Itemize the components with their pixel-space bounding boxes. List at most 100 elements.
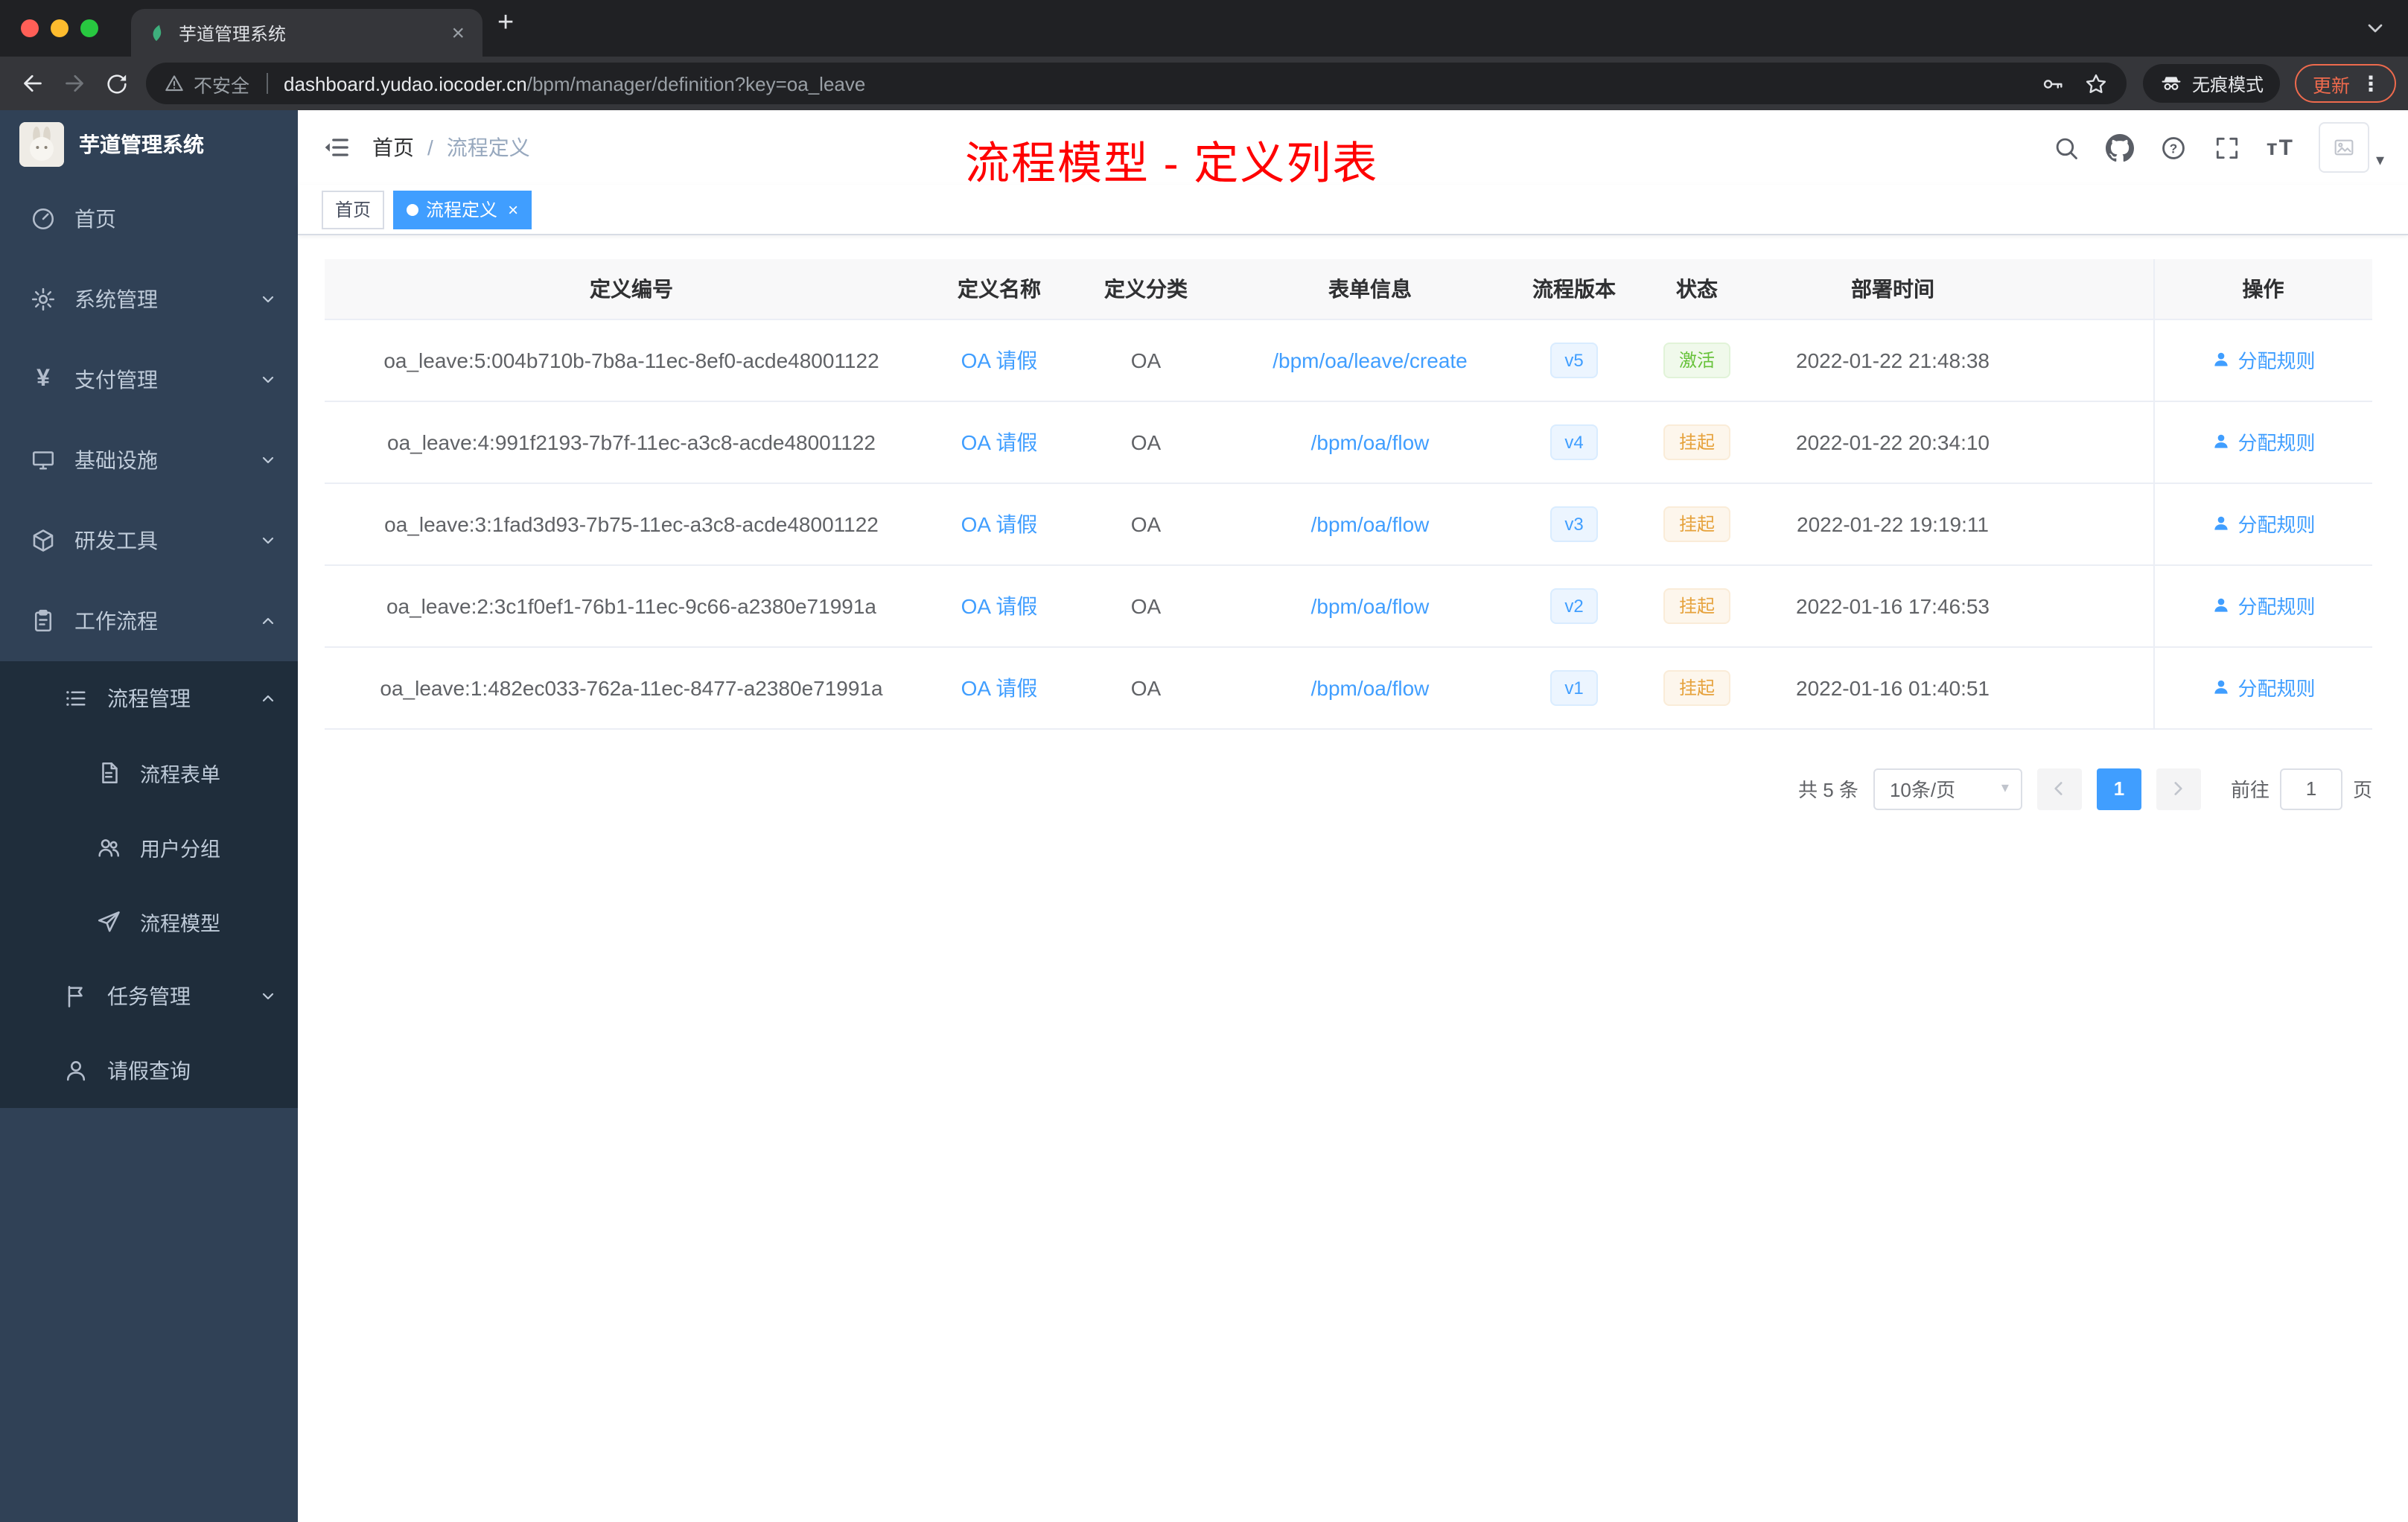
dashboard-icon — [32, 208, 54, 230]
new-tab-button[interactable]: + — [482, 7, 529, 49]
sidebar-item-dev-tools[interactable]: 研发工具 — [0, 500, 298, 581]
deploy-time: 2022-01-22 21:48:38 — [1754, 319, 2031, 401]
chevron-right-icon — [2175, 782, 2183, 795]
total-count: 共 5 条 — [1798, 779, 1858, 801]
next-page-button[interactable] — [2156, 768, 2201, 809]
definition-name-link[interactable]: OA 请假 — [961, 430, 1038, 453]
chrome-update-button[interactable]: 更新 ⋮ — [2294, 64, 2396, 103]
url-text: dashboard.yudao.iocoder.cn/bpm/manager/d… — [284, 72, 865, 95]
definition-category: OA — [1060, 401, 1232, 483]
active-dot — [407, 203, 419, 215]
page-size-select[interactable]: 10条/页 ▾ — [1873, 768, 2022, 809]
version-badge: v4 — [1549, 424, 1599, 459]
help-button[interactable]: ? — [2159, 133, 2188, 162]
definition-name-link[interactable]: OA 请假 — [961, 593, 1038, 617]
status-badge: 挂起 — [1663, 506, 1730, 541]
sidebar-item-process-management[interactable]: 流程管理 — [0, 661, 298, 736]
password-key-icon[interactable] — [2040, 71, 2065, 96]
search-button[interactable] — [2052, 133, 2080, 162]
fullscreen-button[interactable] — [2213, 133, 2241, 162]
window-minimize-button[interactable] — [51, 19, 69, 37]
paper-plane-icon — [98, 911, 120, 932]
tab-search-button[interactable] — [2363, 16, 2387, 40]
window-zoom-button[interactable] — [80, 19, 98, 37]
assign-rule-button[interactable]: 分配规则 — [2211, 427, 2316, 456]
user-avatar[interactable] — [2319, 122, 2370, 173]
breadcrumb-home[interactable]: 首页 — [372, 133, 414, 162]
goto-page-input[interactable] — [2279, 768, 2342, 809]
assign-rule-button[interactable]: 分配规则 — [2211, 509, 2316, 538]
security-label[interactable]: 不安全 — [194, 69, 249, 98]
assign-rule-button[interactable]: 分配规则 — [2211, 673, 2316, 701]
page-content: 定义编号 定义名称 定义分类 表单信息 流程版本 状态 部署时间 操作 oa_l… — [298, 235, 2408, 1522]
pagination: 共 5 条 10条/页 ▾ 1 前往 页 — [325, 768, 2372, 809]
document-icon — [102, 762, 118, 784]
form-link[interactable]: /bpm/oa/leave/create — [1273, 348, 1468, 372]
table-row: oa_leave:3:1fad3d93-7b75-11ec-a3c8-acde4… — [325, 483, 2372, 565]
assign-rule-button[interactable]: 分配规则 — [2211, 346, 2316, 374]
window-close-button[interactable] — [21, 19, 39, 37]
form-link[interactable]: /bpm/oa/flow — [1311, 430, 1430, 453]
user-menu[interactable]: ▾ — [2319, 122, 2384, 173]
sidebar-item-system-management[interactable]: 系统管理 — [0, 259, 298, 340]
menu-fold-button[interactable] — [322, 133, 351, 162]
sidebar-item-user-group[interactable]: 用户分组 — [0, 810, 298, 885]
incognito-label: 无痕模式 — [2191, 74, 2264, 95]
sidebar-item-task-management[interactable]: 任务管理 — [0, 959, 298, 1034]
browser-tab-active[interactable]: 芋道管理系统 × — [131, 9, 482, 57]
column-header: 状态 — [1640, 259, 1754, 319]
version-badge: v2 — [1549, 588, 1599, 623]
definition-category: OA — [1060, 319, 1232, 401]
definition-id: oa_leave:4:991f2193-7b7f-11ec-a3c8-acde4… — [325, 401, 938, 483]
person-icon — [66, 1061, 86, 1081]
app-root: 芋道管理系统 首页 系统管理 ¥ 支付管理 基础设施 研发工具 工作流程 流程管… — [0, 110, 2408, 1522]
sidebar-item-process-form[interactable]: 流程表单 — [0, 736, 298, 810]
sidebar-item-leave-query[interactable]: 请假查询 — [0, 1034, 298, 1108]
macos-window-controls — [0, 19, 119, 37]
browser-menu-icon[interactable]: ⋮ — [2360, 71, 2381, 96]
person-icon — [2214, 680, 2228, 694]
chevron-down-icon — [262, 537, 274, 544]
sidebar-item-workflow[interactable]: 工作流程 — [0, 581, 298, 661]
chevron-down-icon — [2368, 24, 2383, 33]
gear-icon — [31, 287, 55, 311]
address-bar[interactable]: 不安全 dashboard.yudao.iocoder.cn/bpm/manag… — [146, 63, 2127, 104]
person-icon — [2214, 434, 2228, 448]
form-link[interactable]: /bpm/oa/flow — [1311, 512, 1430, 535]
main-area: 首页 / 流程定义 ? тT ▾ 流程模型 - 定义列表 首页 流程定义 × 定… — [298, 110, 2408, 1522]
font-size-icon[interactable]: тT — [2267, 135, 2294, 160]
workflow-submenu: 流程管理 流程表单 用户分组 流程模型 任务管理 请假查询 — [0, 661, 298, 1108]
definition-name-link[interactable]: OA 请假 — [961, 348, 1038, 372]
tab-close-icon[interactable]: × — [448, 22, 468, 44]
forward-button[interactable] — [54, 63, 95, 104]
table-row: oa_leave:2:3c1f0ef1-76b1-11ec-9c66-a2380… — [325, 564, 2372, 647]
status-badge: 挂起 — [1663, 669, 1730, 705]
definition-name-link[interactable]: OA 请假 — [961, 675, 1038, 699]
github-icon — [2105, 133, 2134, 162]
sidebar-item-infrastructure[interactable]: 基础设施 — [0, 420, 298, 500]
tag-close-icon[interactable]: × — [508, 200, 518, 218]
sidebar-item-process-model[interactable]: 流程模型 — [0, 885, 298, 959]
column-header: 定义编号 — [325, 259, 938, 319]
clipboard-icon — [34, 609, 52, 632]
back-button[interactable] — [12, 63, 54, 104]
github-button[interactable] — [2105, 133, 2134, 162]
table-row: oa_leave:4:991f2193-7b7f-11ec-a3c8-acde4… — [325, 401, 2372, 483]
reload-button[interactable] — [95, 63, 137, 104]
definition-name-link[interactable]: OA 请假 — [961, 512, 1038, 535]
definition-id: oa_leave:2:3c1f0ef1-76b1-11ec-9c66-a2380… — [325, 564, 938, 647]
sidebar-item-home[interactable]: 首页 — [0, 179, 298, 259]
person-icon — [2214, 516, 2228, 530]
form-link[interactable]: /bpm/oa/flow — [1311, 675, 1430, 699]
prev-page-button[interactable] — [2036, 768, 2082, 809]
assign-rule-button[interactable]: 分配规则 — [2211, 591, 2316, 620]
form-link[interactable]: /bpm/oa/flow — [1311, 593, 1430, 617]
bookmark-star-icon[interactable] — [2083, 71, 2109, 96]
sidebar-item-payment-management[interactable]: ¥ 支付管理 — [0, 340, 298, 420]
tag-home[interactable]: 首页 — [322, 190, 385, 229]
current-page[interactable]: 1 — [2096, 768, 2141, 809]
table-header-row: 定义编号 定义名称 定义分类 表单信息 流程版本 状态 部署时间 操作 — [325, 259, 2372, 319]
app-logo[interactable]: 芋道管理系统 — [0, 110, 298, 179]
tag-process-definition[interactable]: 流程定义 × — [393, 190, 532, 229]
deploy-time: 2022-01-22 20:34:10 — [1754, 401, 2031, 483]
